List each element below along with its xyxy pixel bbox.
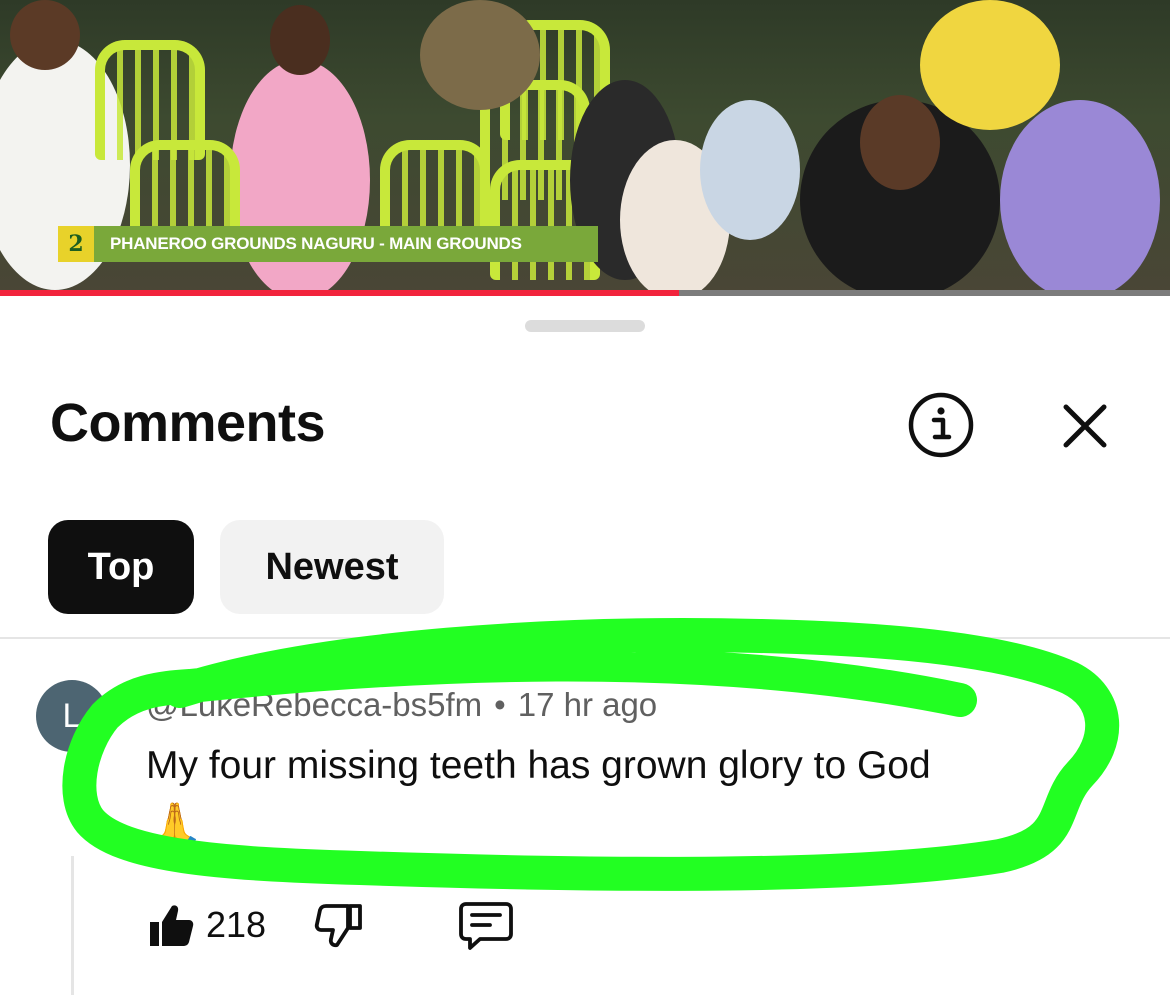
video-figure	[920, 0, 1060, 130]
avatar[interactable]: L	[36, 680, 108, 752]
reply-button[interactable]	[458, 900, 514, 952]
video-player[interactable]: 2 PHANEROO GROUNDS NAGURU - MAIN GROUNDS	[0, 0, 1170, 296]
drag-handle[interactable]	[525, 320, 645, 332]
meta-separator: •	[494, 686, 506, 723]
video-figure	[860, 95, 940, 190]
close-button[interactable]	[1055, 396, 1115, 456]
filter-chip-top[interactable]: Top	[48, 520, 194, 614]
thumbs-up-icon	[150, 905, 194, 946]
section-divider	[0, 637, 1170, 639]
comments-title: Comments	[50, 393, 326, 453]
video-figure	[700, 100, 800, 240]
like-count: 218	[206, 904, 267, 945]
filter-chip-newest[interactable]: Newest	[220, 520, 444, 614]
close-icon	[1063, 404, 1107, 448]
reply-comment-icon	[459, 902, 513, 950]
like-button[interactable]	[146, 900, 196, 950]
thumbs-down-icon	[314, 904, 362, 948]
video-figure	[10, 0, 80, 70]
dislike-button[interactable]	[314, 902, 364, 952]
channel-logo: 2	[58, 226, 94, 262]
video-figure	[1000, 100, 1160, 296]
video-figure	[270, 5, 330, 75]
comment-time: 17 hr ago	[517, 686, 658, 723]
thread-line	[71, 856, 74, 995]
info-circle-icon	[908, 392, 974, 458]
location-lower-third: 2 PHANEROO GROUNDS NAGURU - MAIN GROUNDS	[58, 226, 598, 262]
info-button[interactable]	[907, 391, 975, 459]
comment-text: My four missing teeth has grown glory to…	[146, 744, 931, 787]
comment-more-menu-icon[interactable]	[1094, 700, 1102, 708]
video-figure	[420, 0, 540, 110]
comments-sheet: Comments Top Newest L @LukeRebecca-bs5fm…	[0, 296, 1170, 995]
youtube-app: 2 PHANEROO GROUNDS NAGURU - MAIN GROUNDS…	[0, 0, 1170, 995]
location-caption: PHANEROO GROUNDS NAGURU - MAIN GROUNDS	[110, 234, 522, 253]
comment-author[interactable]: @LukeRebecca-bs5fm	[146, 686, 482, 723]
comment-meta: @LukeRebecca-bs5fm • 17 hr ago	[146, 686, 657, 724]
comment-emoji: 🙏	[146, 800, 204, 852]
video-chair	[95, 40, 205, 160]
